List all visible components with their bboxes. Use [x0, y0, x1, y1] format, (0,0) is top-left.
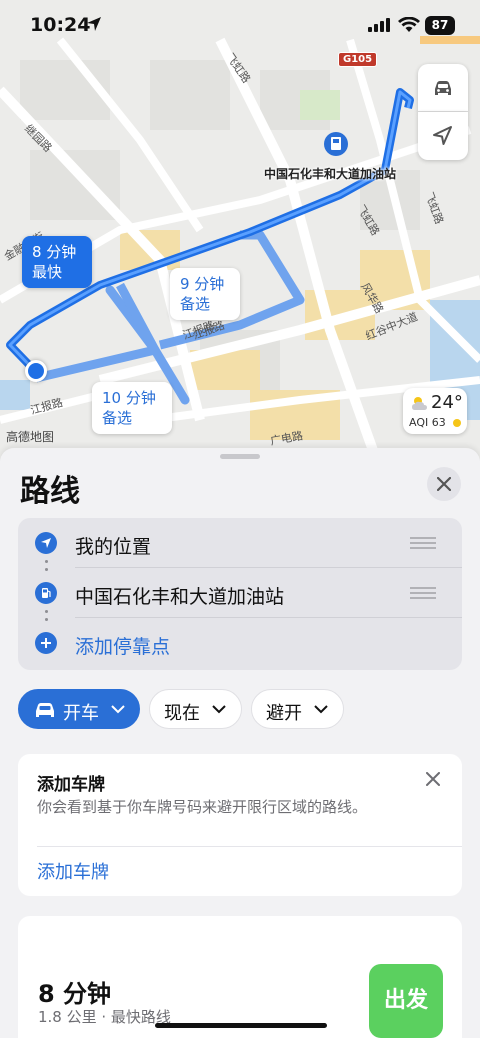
route-time: 9 分钟	[180, 275, 225, 293]
route-stops: 我的位置 中国石化丰和大道加油站 添加停靠点	[18, 518, 462, 670]
directions-sheet: 路线 我的位置 中国石化丰和大道加油站 添加停靠点 开车 现在 避开 添加车牌 …	[0, 448, 480, 1038]
sheet-title: 路线	[20, 474, 80, 509]
stop-label: 我的位置	[75, 536, 152, 558]
weather-widget[interactable]: 24° AQI 63	[403, 388, 467, 434]
card-title: 添加车牌	[37, 775, 105, 795]
route-options: 开车 现在 避开	[18, 689, 462, 729]
route-time: 8 分钟	[32, 243, 77, 261]
alt-route-callout[interactable]: 10 分钟 备选	[92, 382, 172, 434]
aqi-indicator	[453, 419, 461, 427]
stop-destination[interactable]: 中国石化丰和大道加油站	[18, 568, 462, 618]
chevron-down-icon	[212, 705, 226, 714]
divider	[37, 846, 462, 847]
car-icon	[36, 703, 54, 717]
partly-sunny-icon	[412, 397, 427, 410]
stop-origin[interactable]: 我的位置	[18, 518, 462, 568]
map-view[interactable]: 飞虹路 继园路 金融大街 江报路 红谷中大道 飞虹路 风华路 江报路 广电路 飞…	[0, 0, 480, 470]
temperature: 24°	[431, 392, 463, 413]
fastest-route-callout[interactable]: 8 分钟 最快	[22, 236, 92, 288]
wifi-icon	[398, 17, 420, 32]
status-time: 10:24	[30, 14, 91, 36]
current-location-dot	[25, 360, 47, 382]
transport-mode-dropdown[interactable]: 开车	[18, 689, 140, 729]
aqi-value: AQI 63	[409, 416, 446, 429]
drag-handle-icon[interactable]	[410, 537, 436, 549]
route-card[interactable]: 8 分钟 1.8 公里 · 最快路线 出发	[18, 916, 462, 1038]
close-button[interactable]	[427, 467, 461, 501]
departure-time-dropdown[interactable]: 现在	[149, 689, 242, 729]
route-details: 1.8 公里 · 最快路线	[38, 1008, 171, 1026]
status-bar: 10:24 87	[0, 0, 480, 52]
fuel-pump-icon	[35, 582, 57, 604]
avoid-label: 避开	[266, 703, 302, 724]
location-arrow-icon	[35, 532, 57, 554]
route-duration: 8 分钟	[38, 980, 112, 1008]
cellular-signal-icon	[368, 18, 390, 32]
home-indicator[interactable]	[155, 1023, 327, 1028]
location-arrow-icon	[433, 126, 452, 145]
add-stop-button[interactable]: 添加停靠点	[18, 618, 462, 668]
close-icon	[437, 477, 451, 491]
stop-label: 添加停靠点	[75, 636, 171, 658]
battery-indicator: 87	[425, 16, 455, 35]
stop-label: 中国石化丰和大道加油站	[75, 586, 285, 608]
card-description: 你会看到基于你车牌号码来避开限行区域的路线。	[37, 798, 368, 816]
route-tag: 备选	[102, 409, 133, 427]
mode-label: 开车	[63, 703, 99, 724]
location-services-icon	[87, 17, 101, 31]
plus-icon	[35, 632, 57, 654]
location-button[interactable]	[418, 112, 468, 160]
map-attribution: 高德地图	[6, 430, 55, 444]
close-icon[interactable]	[426, 772, 440, 786]
driving-mode-button[interactable]	[418, 64, 468, 112]
car-icon	[435, 81, 451, 95]
time-label: 现在	[164, 703, 200, 724]
alt-route-callout[interactable]: 9 分钟 备选	[170, 268, 240, 320]
highway-badge: G105	[338, 52, 378, 67]
license-plate-card: 添加车牌 你会看到基于你车牌号码来避开限行区域的路线。 添加车牌	[18, 754, 462, 896]
sheet-grabber[interactable]	[220, 454, 260, 459]
route-tag: 备选	[180, 295, 211, 313]
chevron-down-icon	[111, 705, 125, 714]
avoid-dropdown[interactable]: 避开	[251, 689, 344, 729]
route-time: 10 分钟	[102, 389, 156, 407]
destination-label[interactable]: 中国石化丰和大道加油站	[264, 165, 396, 182]
drag-handle-icon[interactable]	[410, 587, 436, 599]
add-plate-link[interactable]: 添加车牌	[37, 858, 109, 884]
go-button[interactable]: 出发	[369, 964, 443, 1038]
chevron-down-icon	[314, 705, 328, 714]
route-tag: 最快	[32, 263, 63, 281]
